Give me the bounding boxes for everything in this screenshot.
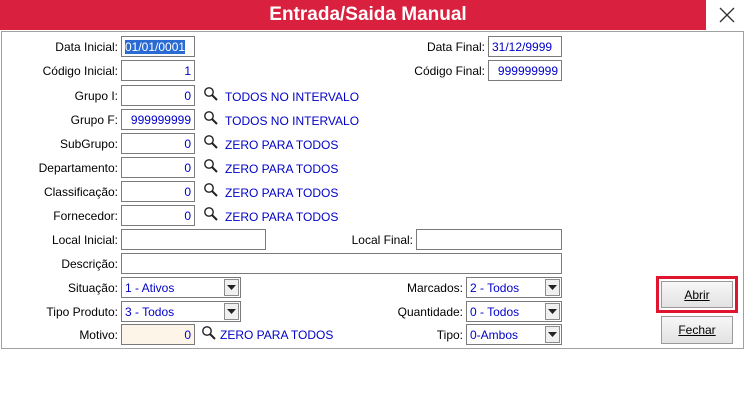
data-final-input[interactable]: 31/12/9999 [488,36,562,57]
codigo-final-input[interactable]: 999999999 [488,60,562,81]
tipo-value: 0-Ambos [470,328,519,342]
classificacao-input[interactable]: 0 [121,181,195,202]
local-final-label: Local Final: [351,233,413,247]
grupo-i-info: TODOS NO INTERVALO [225,90,360,104]
classificacao-label: Classificação: [43,185,118,199]
descricao-label: Descrição: [61,257,118,271]
chevron-down-icon[interactable] [545,326,560,343]
fornecedor-label: Fornecedor: [53,209,118,223]
chevron-down-icon[interactable] [224,279,239,296]
data-inicial-label: Data Inicial: [55,40,118,54]
fechar-button[interactable]: Fechar [661,316,733,344]
codigo-inicial-label: Código Inicial: [42,64,118,78]
motivo-input[interactable]: 0 [121,324,195,345]
descricao-input[interactable] [121,253,562,274]
tipo-select[interactable]: 0-Ambos [466,324,562,345]
search-icon[interactable] [203,158,219,174]
departamento-info: ZERO PARA TODOS [225,162,339,176]
situacao-value: 1 - Ativos [125,281,175,295]
departamento-label: Departamento: [38,161,118,175]
chevron-down-icon[interactable] [545,303,560,320]
local-inicial-input[interactable] [121,229,266,250]
quantidade-select[interactable]: 0 - Todos [466,301,562,322]
motivo-info: ZERO PARA TODOS [220,328,334,342]
grupo-i-label: Grupo I: [74,89,118,103]
grupo-f-info: TODOS NO INTERVALO [225,114,360,128]
close-button[interactable] [708,0,745,30]
data-inicial-input[interactable]: 01/01/0001 [121,36,195,57]
marcados-select[interactable]: 2 - Todos [466,277,562,298]
marcados-value: 2 - Todos [470,281,520,295]
tipo-label: Tipo: [436,328,463,342]
abrir-button[interactable]: Abrir [661,281,733,308]
subgrupo-label: SubGrupo: [59,137,118,151]
close-icon [719,7,734,23]
abrir-button-label: Abrir [684,287,710,302]
tipo-produto-select[interactable]: 3 - Todos [121,301,241,322]
tipo-produto-label: Tipo Produto: [46,305,118,319]
marcados-label: Marcados: [406,281,463,295]
fornecedor-info: ZERO PARA TODOS [225,210,339,224]
local-final-input[interactable] [416,229,562,250]
departamento-input[interactable]: 0 [121,157,195,178]
tipo-produto-value: 3 - Todos [125,305,175,319]
title-bar: Entrada/Saida Manual [0,0,745,30]
chevron-down-icon[interactable] [545,279,560,296]
situacao-select[interactable]: 1 - Ativos [121,277,241,298]
search-icon[interactable] [203,182,219,198]
chevron-down-icon[interactable] [224,303,239,320]
fechar-button-label: Fechar [678,323,716,337]
subgrupo-input[interactable]: 0 [121,133,195,154]
grupo-f-label: Grupo F: [70,113,118,127]
codigo-inicial-input[interactable]: 1 [121,60,195,81]
data-inicial-value: 01/01/0001 [125,40,186,54]
search-icon[interactable] [203,110,219,126]
search-icon[interactable] [203,86,219,102]
situacao-label: Situação: [67,281,118,295]
codigo-final-label: Código Final: [414,64,485,78]
fornecedor-input[interactable]: 0 [121,205,195,226]
data-final-label: Data Final: [426,40,485,54]
search-icon[interactable] [201,325,217,341]
motivo-label: Motivo: [79,328,118,342]
search-icon[interactable] [203,206,219,222]
window-title: Entrada/Saida Manual [0,0,706,30]
quantidade-label: Quantidade: [397,305,463,319]
grupo-f-input[interactable]: 999999999 [121,109,195,130]
search-icon[interactable] [203,134,219,150]
classificacao-info: ZERO PARA TODOS [225,186,339,200]
quantidade-value: 0 - Todos [470,305,520,319]
local-inicial-label: Local Inicial: [51,233,118,247]
subgrupo-info: ZERO PARA TODOS [225,138,339,152]
grupo-i-input[interactable]: 0 [121,85,195,106]
